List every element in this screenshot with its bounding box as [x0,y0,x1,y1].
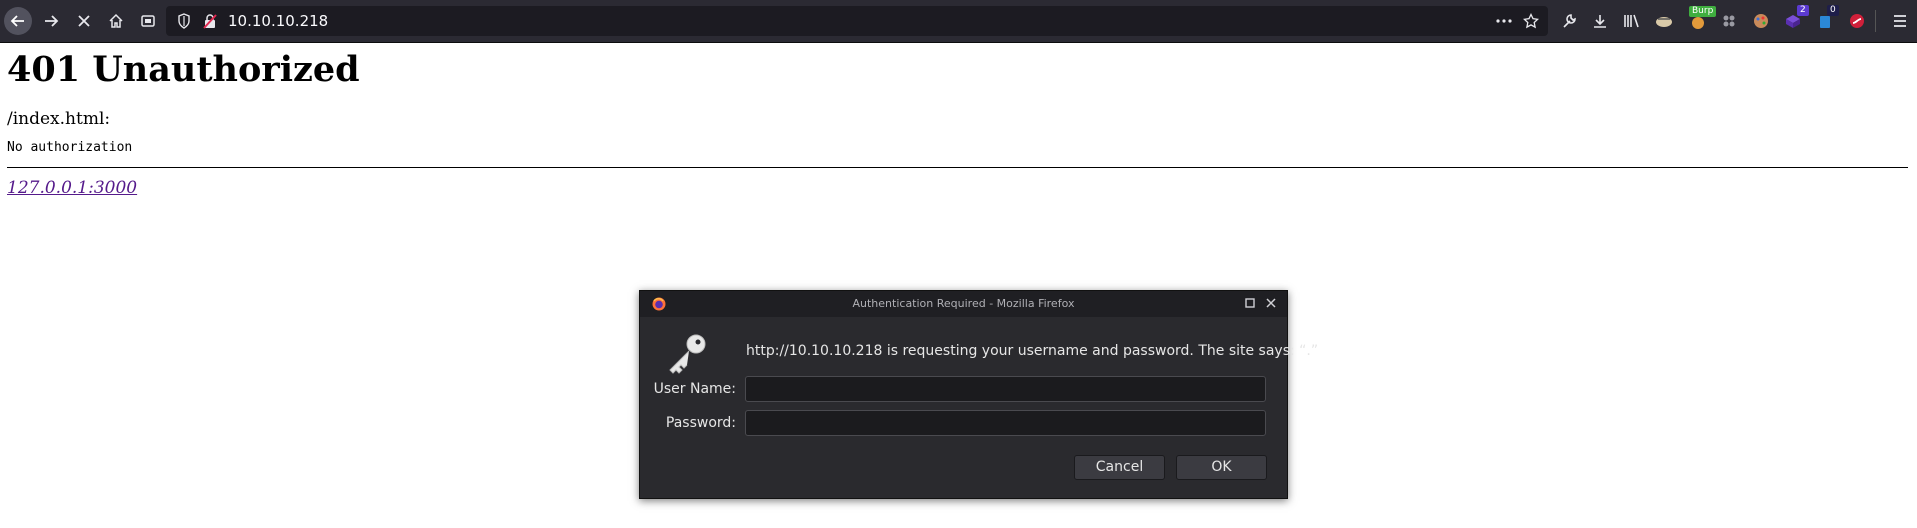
close-icon[interactable] [1264,296,1278,310]
error-message: No authorization [7,140,133,155]
url-bar[interactable]: 10.10.10.218 [166,6,1548,36]
extension-wappalyzer-button[interactable] [1715,7,1743,35]
browser-toolbar: 10.10.10.218 Burp 2 0 [0,0,1917,43]
puzzle-icon [1723,15,1735,27]
screenshot-icon [141,15,155,27]
library-button[interactable] [1618,7,1646,35]
wrench-icon [1563,14,1576,28]
extension-purple-button[interactable]: 2 [1779,5,1809,35]
cancel-button[interactable]: Cancel [1074,455,1165,480]
hamburger-menu-icon [1894,15,1906,27]
page-title: 401 Unauthorized [7,49,360,90]
blue-badge: 0 [1827,5,1839,16]
extension-cookie-button[interactable] [1650,7,1678,35]
palette-icon [1754,14,1768,28]
maximize-icon[interactable] [1245,298,1255,308]
close-icon [78,15,90,27]
wrench-button[interactable] [1556,7,1584,35]
library-icon [1624,14,1639,28]
extension-palette-button[interactable] [1747,7,1775,35]
extension-burp-button[interactable]: Burp [1684,6,1717,35]
key-icon [669,334,706,374]
stop-button[interactable] [70,7,98,35]
divider [7,167,1908,168]
home-icon [109,13,123,28]
downloads-button[interactable] [1586,7,1614,35]
url-text[interactable]: 10.10.10.218 [228,6,328,36]
password-label: Password: [665,415,736,431]
purple-badge: 2 [1797,5,1809,16]
menu-button[interactable] [1886,7,1914,35]
burp-badge: Burp [1689,6,1717,17]
username-field[interactable] [745,376,1266,402]
dialog-titlebar[interactable]: Authentication Required - Mozilla Firefo… [640,291,1287,317]
dialog-title: Authentication Required - Mozilla Firefo… [852,297,1075,310]
insecure-lock-icon[interactable] [202,13,218,29]
password-field[interactable] [745,410,1266,436]
server-link[interactable]: 127.0.0.1:3000 [7,176,137,200]
cookie-icon [1656,17,1672,27]
ok-button[interactable]: OK [1176,455,1267,480]
extension-red-button[interactable] [1843,7,1871,35]
page-actions-icon[interactable] [1496,13,1512,29]
page-path: /index.html: [7,109,111,129]
download-icon [1594,15,1606,28]
dialog-message: http://10.10.10.218 is requesting your u… [746,343,1319,359]
shield-icon[interactable] [176,13,192,29]
auth-dialog: Authentication Required - Mozilla Firefo… [639,290,1318,499]
reader-view-button[interactable] [134,7,162,35]
forward-button[interactable] [37,7,65,35]
arrow-left-icon [10,15,24,27]
back-button[interactable] [4,7,32,35]
extension-blue-button[interactable]: 0 [1811,5,1839,35]
username-label: User Name: [653,381,736,397]
red-circle-icon [1850,14,1864,28]
star-icon[interactable] [1523,13,1539,29]
arrow-right-icon [45,15,59,27]
home-button[interactable] [102,7,130,35]
toolbar-separator [1875,10,1876,32]
